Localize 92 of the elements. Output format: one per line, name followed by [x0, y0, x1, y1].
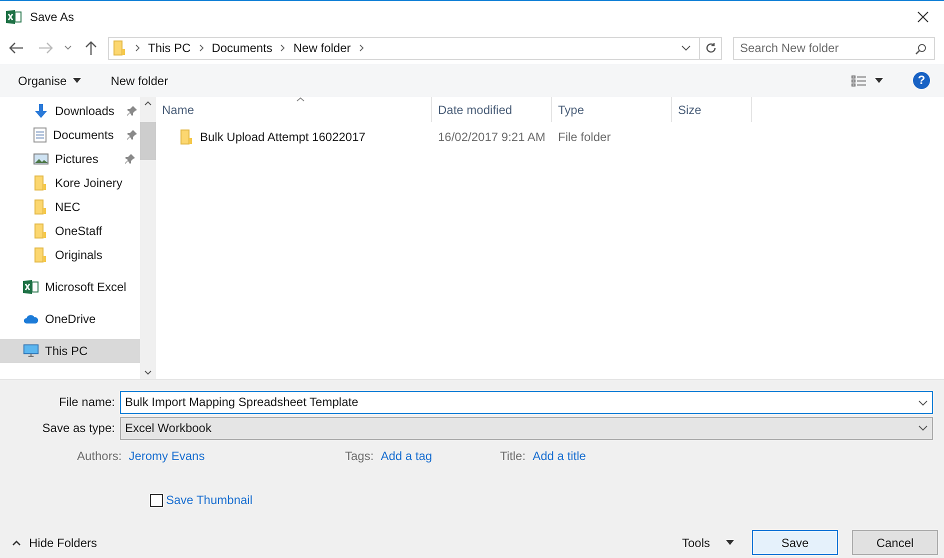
scrollbar-thumb[interactable]	[140, 122, 156, 160]
column-header[interactable]: Date modified	[432, 97, 552, 122]
sidebar-label: Kore Joinery	[55, 175, 122, 192]
type-cell-text: File folder	[557, 129, 612, 146]
scroll-up-icon[interactable]	[144, 101, 152, 106]
breadcrumb-item[interactable]: This PC	[148, 39, 191, 57]
chevron-right-icon[interactable]	[135, 44, 140, 52]
hide-folders-button[interactable]: Hide Folders	[12, 534, 98, 552]
sidebar-label: OneStaff	[55, 223, 102, 240]
sidebar-label: Originals	[55, 247, 102, 264]
search-icon	[915, 42, 927, 54]
sidebar-label: Documents	[53, 127, 114, 144]
checkbox-label[interactable]: Save Thumbnail	[166, 491, 252, 509]
file-name-label: File name:	[58, 394, 116, 411]
column-header[interactable]: Type	[552, 97, 672, 122]
sidebar-item[interactable]: OneStaff	[0, 219, 140, 243]
down-arrow-icon	[33, 103, 49, 119]
sidebar-label: Downloads	[55, 103, 114, 120]
cloud-icon	[23, 313, 39, 325]
window-title: Save As	[30, 8, 74, 26]
folder-icon	[34, 247, 48, 263]
sidebar-item[interactable]: OneDrive	[0, 307, 140, 331]
sidebar-item[interactable]: Kore Joinery	[0, 171, 140, 195]
metadata-link[interactable]: Add a tag	[380, 447, 432, 465]
sidebar-label: NEC	[55, 199, 80, 216]
pin-icon[interactable]	[126, 105, 138, 117]
picture-icon	[33, 152, 49, 166]
chevron-down-icon[interactable]	[681, 45, 691, 51]
folder-icon	[34, 199, 48, 215]
sidebar-label: Microsoft Excel	[45, 279, 126, 296]
file-name-field[interactable]: Bulk Import Mapping Spreadsheet Template	[120, 390, 933, 414]
folder-icon	[34, 223, 48, 239]
folder-icon	[34, 175, 48, 191]
chevron-down-icon[interactable]	[918, 400, 928, 406]
file-name: Bulk Upload Attempt 16022017	[200, 129, 366, 146]
address-bar[interactable]: This PC Documents New folder	[108, 36, 722, 60]
pin-icon[interactable]	[124, 153, 136, 165]
chevron-right-icon[interactable]	[358, 44, 364, 52]
metadata-link[interactable]: Add a title	[532, 447, 586, 465]
caret-icon[interactable]	[875, 78, 883, 83]
sidebar-item[interactable]: Documents	[0, 123, 140, 147]
view-options-icon[interactable]	[851, 74, 867, 86]
save-button[interactable]: Save	[752, 530, 838, 555]
thumbnail-checkbox[interactable]	[150, 494, 163, 506]
spreadsheet-app-icon	[23, 279, 39, 295]
column-header[interactable]: Name	[156, 97, 432, 122]
cancel-button[interactable]: Cancel	[852, 530, 938, 555]
sidebar-label: This PC	[45, 343, 88, 360]
pin-icon[interactable]	[126, 129, 138, 141]
chevron-right-icon[interactable]	[198, 44, 204, 52]
sidebar-item[interactable]: This PC	[0, 339, 140, 363]
up-arrow-icon[interactable]	[84, 40, 98, 56]
sidebar-label: OneDrive	[45, 311, 96, 328]
scrollbar[interactable]	[140, 97, 156, 379]
monitor-icon	[23, 343, 39, 359]
breadcrumb-item[interactable]: New folder	[293, 39, 351, 57]
folder-icon	[113, 40, 127, 56]
sidebar-item[interactable]: Downloads	[0, 99, 140, 123]
sidebar-item[interactable]: Microsoft Excel	[0, 275, 140, 299]
metadata-label: Authors:	[77, 448, 122, 465]
chevron-down-icon[interactable]	[64, 45, 72, 51]
tools-button[interactable]: Tools	[682, 534, 734, 552]
caret-icon	[726, 540, 734, 545]
new-folder-button[interactable]: New folder	[110, 72, 168, 90]
back-arrow-icon[interactable]	[8, 41, 24, 55]
close-icon	[917, 10, 929, 22]
file-row[interactable]: Bulk Upload Attempt 16022017 16/02/2017 9:21 AM File folder	[156, 126, 944, 148]
help-button[interactable]: ?	[913, 72, 930, 89]
date-cell-text: 16/02/2017 9:21 AM	[437, 129, 546, 146]
organise-button[interactable]: Organise	[18, 72, 81, 90]
document-icon	[33, 127, 47, 143]
chevron-right-icon[interactable]	[280, 44, 286, 52]
search-field[interactable]: Search New folder	[733, 36, 935, 60]
folder-icon	[180, 129, 194, 145]
sidebar-item[interactable]: Pictures	[0, 147, 140, 171]
file-type-dropdown[interactable]: Excel Workbook	[120, 416, 933, 440]
breadcrumb-item[interactable]: Documents	[212, 39, 272, 57]
sidebar-item[interactable]: NEC	[0, 195, 140, 219]
chevron-up-icon	[12, 540, 21, 546]
chevron-down-icon[interactable]	[918, 425, 928, 431]
caret-icon	[72, 78, 81, 83]
refresh-icon	[704, 42, 716, 54]
scroll-down-icon[interactable]	[144, 370, 152, 375]
column-header[interactable]: Size	[672, 97, 752, 122]
type-label: Save as type:	[41, 420, 116, 437]
metadata-link[interactable]: Jeromy Evans	[128, 447, 205, 465]
spreadsheet-app-icon	[6, 8, 22, 24]
metadata-label: Tags:	[345, 448, 374, 465]
sort-caret-icon	[296, 97, 305, 102]
sidebar-label: Pictures	[55, 151, 98, 168]
sidebar-item[interactable]: Originals	[0, 243, 140, 267]
metadata-label: Title:	[500, 448, 526, 465]
